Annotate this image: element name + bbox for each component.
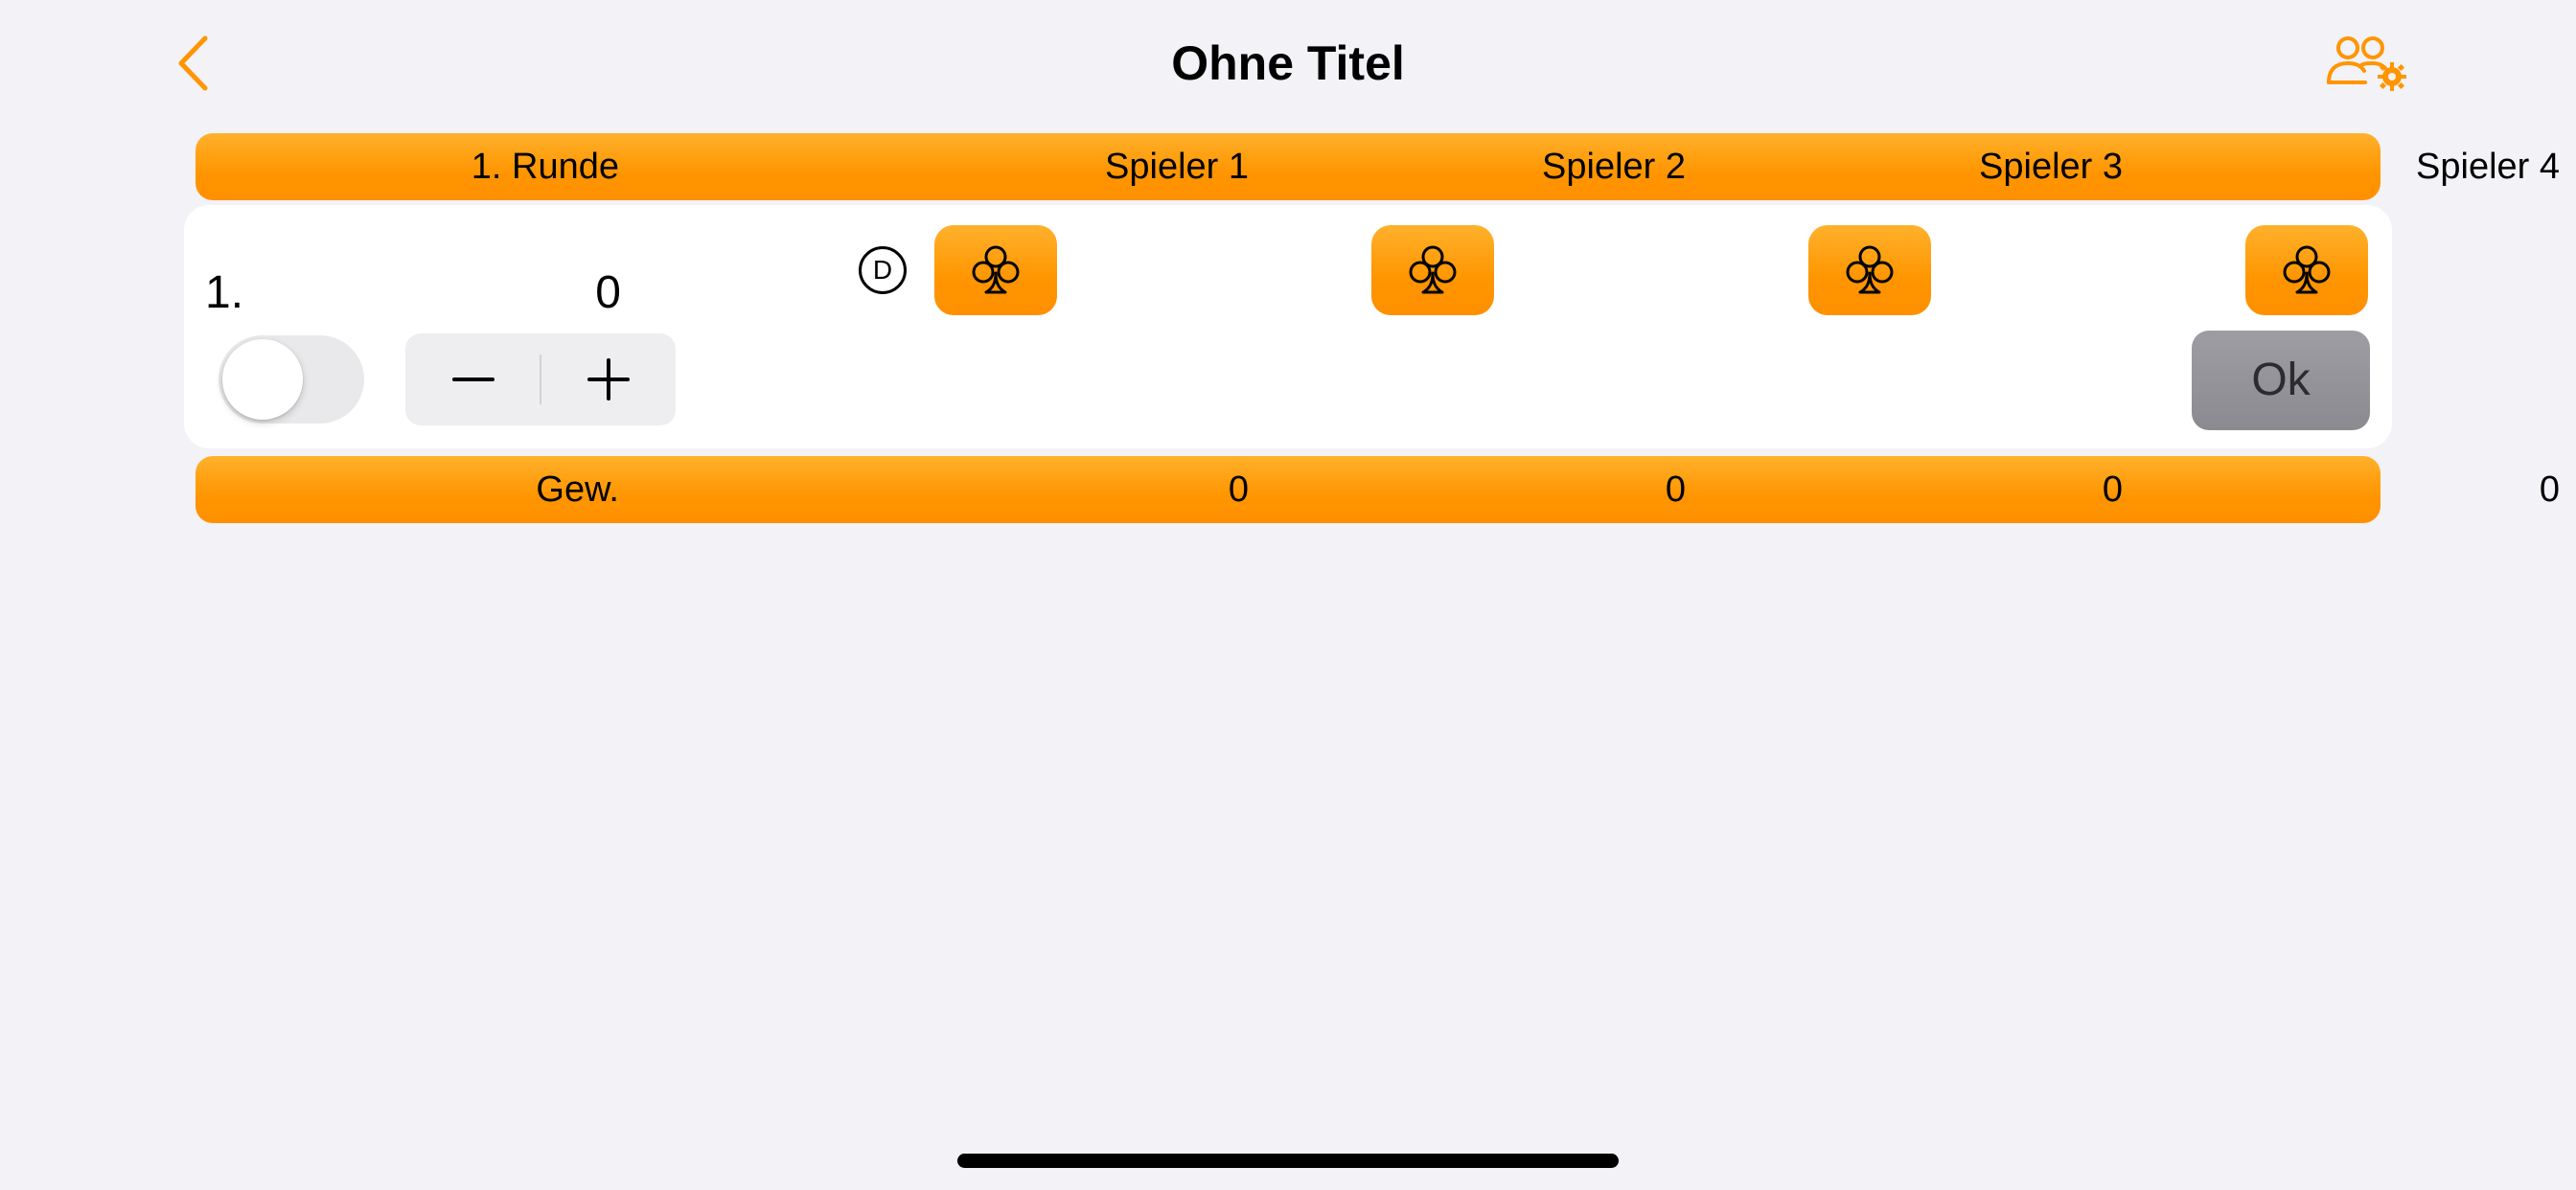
minus-icon bbox=[451, 378, 494, 381]
totals-label: Gew. bbox=[536, 469, 619, 510]
home-indicator[interactable] bbox=[957, 1154, 1619, 1168]
players-settings-button[interactable] bbox=[2323, 33, 2419, 94]
increment-button[interactable] bbox=[540, 333, 676, 425]
round-label: 1. Runde bbox=[471, 147, 619, 187]
players-settings-icon bbox=[2327, 36, 2406, 91]
ok-button[interactable]: Ok bbox=[2192, 331, 2370, 430]
club-suit-icon bbox=[1846, 245, 1894, 294]
total-player-4: 0 bbox=[2539, 469, 2560, 510]
totals-bar: Gew. 0 0 0 0 bbox=[196, 456, 2560, 523]
round-score: 0 bbox=[595, 267, 621, 318]
total-player-2: 0 bbox=[1665, 469, 1686, 510]
score-stepper bbox=[405, 333, 676, 425]
club-suit-icon bbox=[1409, 245, 1457, 294]
round-number: 1. bbox=[205, 267, 244, 318]
total-player-3: 0 bbox=[2102, 469, 2123, 510]
player-name-3[interactable]: Spieler 3 bbox=[1729, 133, 2123, 200]
decrement-button[interactable] bbox=[405, 333, 540, 425]
page-title: Ohne Titel bbox=[1171, 36, 1405, 90]
toggle-knob bbox=[222, 339, 303, 420]
plus-icon bbox=[586, 358, 630, 400]
suit-button-player-4[interactable] bbox=[2245, 225, 2368, 315]
player-name-2[interactable]: Spieler 2 bbox=[1250, 133, 1686, 200]
dealer-marker-label: D bbox=[872, 255, 893, 285]
header-bar: 1. Runde Spieler 1 Spieler 2 Spieler 3 S… bbox=[196, 133, 2560, 200]
suit-button-player-2[interactable] bbox=[1371, 225, 1494, 315]
total-player-1: 0 bbox=[1228, 469, 1249, 510]
player-name-1[interactable]: Spieler 1 bbox=[866, 133, 1249, 200]
player-name-4[interactable]: Spieler 4 bbox=[2112, 133, 2560, 200]
suit-button-player-1[interactable] bbox=[934, 225, 1057, 315]
dealer-marker-icon: D bbox=[859, 246, 907, 294]
club-suit-icon bbox=[972, 245, 1020, 294]
club-suit-icon bbox=[2283, 245, 2331, 294]
suit-button-player-3[interactable] bbox=[1808, 225, 1931, 315]
round-toggle[interactable] bbox=[218, 335, 364, 423]
